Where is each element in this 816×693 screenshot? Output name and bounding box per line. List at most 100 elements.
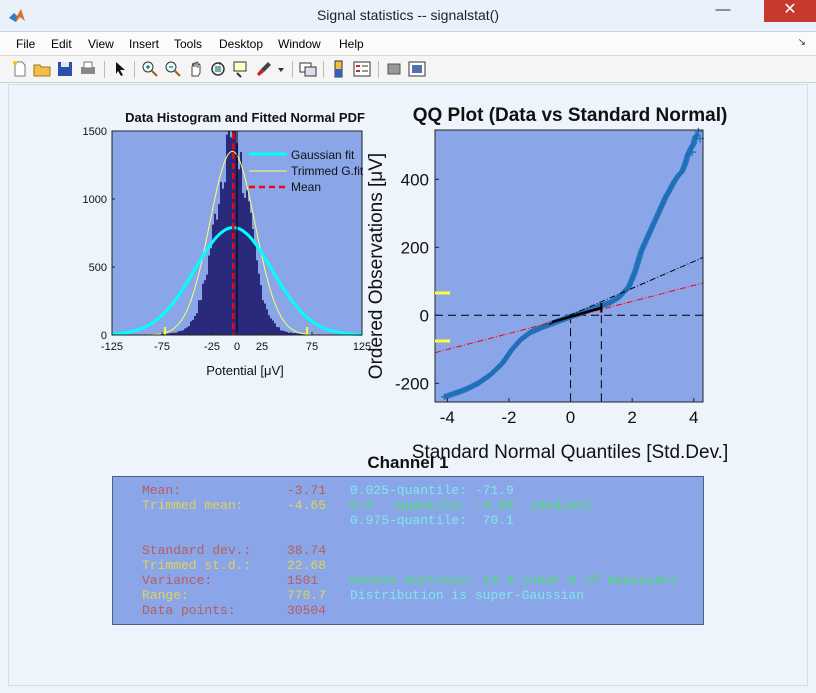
- histogram-bar: [254, 244, 256, 335]
- histogram-axes[interactable]: -125 -75 -25 0 25 75 125050010001500 Data Hist…: [83, 110, 372, 378]
- histogram-bar: [282, 330, 284, 335]
- stat-value-data-points: 30504: [287, 603, 327, 618]
- histogram-bar: [220, 182, 222, 335]
- histogram-bar: [214, 213, 216, 335]
- qq-ytick-label: 0: [420, 306, 429, 325]
- histogram-ytick-label: 1000: [83, 194, 107, 206]
- histogram-bar: [208, 255, 210, 335]
- stat-kurtosis: Excess kurtosis: 13.3 (near 0 if Gaussia…: [350, 573, 678, 588]
- stat-distribution: Distribution is super-Gaussian: [350, 588, 585, 603]
- stat-quantile-median: 0.5 -quantile: -4.86 (median): [350, 498, 592, 513]
- qq-ytick-label: 200: [401, 238, 429, 257]
- statistics-panel: Mean: -3.71 Trimmed mean: -4.65 0.025-qu…: [112, 476, 704, 625]
- histogram-bar: [242, 193, 244, 335]
- histogram-bar: [190, 321, 192, 335]
- histogram-bar: [204, 280, 206, 335]
- qq-xtick-label: -4: [440, 408, 455, 427]
- histogram-bar: [188, 326, 190, 335]
- qq-plot-area: [435, 130, 703, 402]
- stat-label-range: Range:: [142, 588, 189, 603]
- histogram-xtick-label: -75: [154, 341, 170, 353]
- stat-value-trimmed-mean: -4.65: [287, 498, 327, 513]
- histogram-bar: [256, 260, 258, 335]
- legend-label-mean: Mean: [291, 180, 321, 194]
- stat-label-data-points: Data points:: [142, 603, 236, 618]
- histogram-bar: [266, 309, 268, 335]
- qq-plot-axes[interactable]: -4 -2 0 2 4 -200 0 200 400 QQ Plot (Data vs Stan…: [366, 105, 728, 463]
- histogram-bar: [268, 315, 270, 335]
- histogram-bar: [178, 331, 180, 335]
- stat-label-trimmed-mean: Trimmed mean:: [142, 498, 244, 513]
- histogram-bar: [252, 229, 254, 335]
- qq-ytick-label: 400: [401, 170, 429, 189]
- stat-label-mean: Mean:: [142, 483, 182, 498]
- histogram-bar: [240, 152, 242, 335]
- histogram-bar: [200, 300, 202, 335]
- stat-value-mean: -3.71: [287, 483, 327, 498]
- histogram-ytick-label: 500: [89, 262, 107, 274]
- histogram-bar: [222, 188, 224, 335]
- histogram-bar: [186, 327, 188, 335]
- stat-value-trimmed-std: 22.68: [287, 558, 327, 573]
- stat-value-range: 770.7: [287, 588, 327, 603]
- legend-label-gaussian: Gaussian fit: [291, 148, 355, 162]
- histogram-xtick-label: -25: [204, 341, 220, 353]
- qq-ylabel: Ordered Observations [μV]: [366, 153, 387, 379]
- qq-xtick-label: 0: [566, 408, 575, 427]
- qq-title: QQ Plot (Data vs Standard Normal): [413, 105, 728, 126]
- histogram-xtick-label: -125: [101, 341, 123, 353]
- histogram-bar: [194, 315, 196, 335]
- histogram-bar: [270, 318, 272, 335]
- histogram-bar: [196, 313, 198, 335]
- qq-xtick-label: -2: [501, 408, 516, 427]
- stat-label-variance: Variance:: [142, 573, 213, 588]
- histogram-bar: [184, 328, 186, 335]
- histogram-bar: [182, 330, 184, 335]
- histogram-xlabel: Potential [μV]: [206, 363, 284, 378]
- histogram-bar: [228, 131, 230, 335]
- histogram-bar: [198, 300, 200, 335]
- stat-label-trimmed-std: Trimmed st.d.:: [142, 558, 252, 573]
- histogram-bar: [238, 169, 240, 335]
- histogram-bar: [224, 182, 226, 335]
- histogram-xtick-label: 0: [234, 341, 240, 353]
- histogram-bar: [206, 274, 208, 335]
- qq-xtick-label: 2: [627, 408, 636, 427]
- histogram-ytick-label: 0: [101, 330, 107, 342]
- histogram-bar: [278, 327, 280, 335]
- stat-label-std: Standard dev.:: [142, 543, 252, 558]
- histogram-bar: [226, 134, 228, 335]
- histogram-bar: [262, 300, 264, 335]
- histogram-bar: [192, 319, 194, 335]
- histogram-bar: [202, 283, 204, 335]
- histogram-bar: [230, 137, 232, 335]
- channel-title: Channel 1: [367, 453, 448, 472]
- qq-xtick-label: 4: [689, 408, 698, 427]
- histogram-ytick-label: 1500: [83, 126, 107, 138]
- histogram-xtick-label: 25: [256, 341, 268, 353]
- histogram-bar: [272, 320, 274, 335]
- histogram-bar: [180, 330, 182, 335]
- histogram-bar: [264, 303, 266, 335]
- stat-value-std: 38.74: [287, 543, 327, 558]
- histogram-bar: [248, 201, 250, 335]
- histogram-bar: [210, 248, 212, 335]
- histogram-bar: [218, 204, 220, 335]
- histogram-xtick-label: 75: [306, 341, 318, 353]
- histogram-bar: [260, 285, 262, 335]
- qq-xlabel: Standard Normal Quantiles [Std.Dev.]: [412, 442, 728, 463]
- stat-value-variance: 1501: [287, 573, 319, 588]
- stat-quantile-upper: 0.975-quantile: 70.1: [350, 513, 514, 528]
- qq-ytick-label: -200: [395, 374, 429, 393]
- histogram-bar: [246, 190, 248, 335]
- histogram-bar: [244, 197, 246, 335]
- histogram-bar: [280, 330, 282, 335]
- histogram-bar: [276, 327, 278, 335]
- histogram-title: Data Histogram and Fitted Normal PDF: [125, 110, 365, 125]
- legend-label-trimmed: Trimmed G.fit: [291, 164, 364, 178]
- histogram-bar: [250, 212, 252, 335]
- histogram-bar: [284, 331, 286, 335]
- stat-quantile-lower: 0.025-quantile: -71.9: [350, 483, 514, 498]
- histogram-bar: [274, 323, 276, 335]
- histogram-bar: [258, 273, 260, 335]
